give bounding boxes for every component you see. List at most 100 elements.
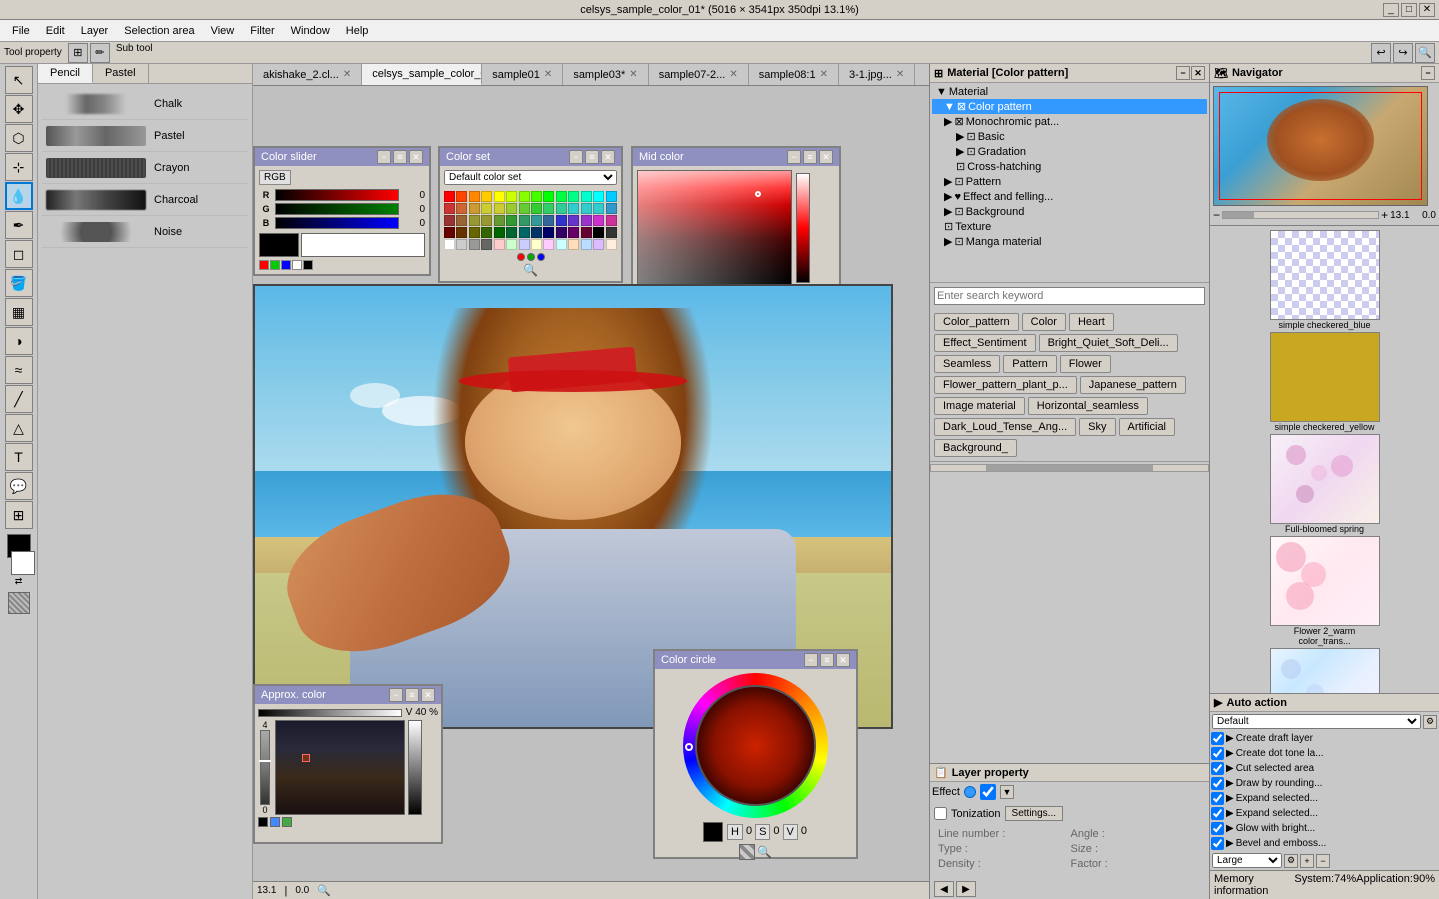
color-cell-27[interactable] [606, 203, 617, 214]
menu-layer[interactable]: Layer [73, 23, 117, 39]
nav-zoom-in[interactable]: + [1381, 208, 1388, 222]
color-cell-43[interactable] [456, 227, 467, 238]
transparent-color[interactable] [8, 592, 30, 614]
toolbar-undo[interactable]: ↩ [1371, 43, 1391, 63]
color-cell-47[interactable] [506, 227, 517, 238]
color-slider-minimize[interactable]: − [377, 150, 391, 164]
color-cell-54[interactable] [593, 227, 604, 238]
tree-cross-hatching[interactable]: ⊡ Cross-hatching [932, 159, 1207, 174]
nav-zoom-slider[interactable] [1222, 211, 1379, 219]
tree-manga[interactable]: ▶ ⊡ Manga material [932, 234, 1207, 249]
color-set-minimize[interactable]: − [569, 150, 583, 164]
color-cell-61[interactable] [506, 239, 517, 250]
color-cell-10[interactable] [568, 191, 579, 202]
menu-view[interactable]: View [203, 23, 243, 39]
mid-color-gradient[interactable] [637, 170, 792, 285]
tab-pastel[interactable]: Pastel [93, 64, 149, 83]
tree-color-pattern[interactable]: ▼ ⊠ Color pattern [932, 99, 1207, 114]
brush-charcoal[interactable]: Charcoal [42, 184, 248, 216]
tag-bright-quiet[interactable]: Bright_Quiet_Soft_Deli... [1039, 334, 1178, 352]
brush-chalk[interactable]: Chalk [42, 88, 248, 120]
tool-blur[interactable]: ≈ [5, 356, 33, 384]
tag-sky[interactable]: Sky [1079, 418, 1115, 436]
tag-effect-sentiment[interactable]: Effect_Sentiment [934, 334, 1036, 352]
action-expand-5[interactable]: ▶ [1226, 808, 1234, 819]
quick-green[interactable] [270, 260, 280, 270]
effect-color-btn[interactable]: ▼ [1000, 785, 1014, 799]
tool-pen[interactable]: ✒ [5, 211, 33, 239]
color-cell-32[interactable] [494, 215, 505, 226]
color-cell-35[interactable] [531, 215, 542, 226]
color-cell-66[interactable] [568, 239, 579, 250]
mid-side-bar[interactable] [796, 173, 810, 283]
action-expand-4[interactable]: ▶ [1226, 793, 1234, 804]
tool-shape[interactable]: △ [5, 414, 33, 442]
quick-black[interactable] [303, 260, 313, 270]
color-cell-11[interactable] [581, 191, 592, 202]
action-tool-2[interactable]: + [1300, 854, 1314, 868]
color-cell-30[interactable] [469, 215, 480, 226]
action-expand-3[interactable]: ▶ [1226, 778, 1234, 789]
color-circle-close[interactable]: ✕ [836, 653, 850, 667]
color-set-menu[interactable]: ≡ [585, 150, 599, 164]
tree-basic[interactable]: ▶ ⊡ Basic [932, 129, 1207, 144]
tab-close-sample07[interactable]: ✕ [729, 69, 737, 80]
color-set-close[interactable]: ✕ [601, 150, 615, 164]
tab-celsys[interactable]: celsys_sample_color_01* ✕ [362, 64, 482, 85]
action-check-4[interactable] [1211, 792, 1224, 805]
wheel-icon-1[interactable]: 🔍 [757, 845, 772, 859]
color-cell-65[interactable] [556, 239, 567, 250]
color-cell-16[interactable] [469, 203, 480, 214]
tool-lasso[interactable]: ⬡ [5, 124, 33, 152]
color-cell-37[interactable] [556, 215, 567, 226]
menu-file[interactable]: File [4, 23, 38, 39]
tree-gradation[interactable]: ▶ ⊡ Gradation [932, 144, 1207, 159]
tag-heart[interactable]: Heart [1069, 313, 1114, 331]
color-cell-0[interactable] [444, 191, 455, 202]
color-set-dropdown[interactable]: Default color set [444, 170, 617, 185]
color-cell-51[interactable] [556, 227, 567, 238]
color-cell-64[interactable] [543, 239, 554, 250]
brush-crayon[interactable]: Crayon [42, 152, 248, 184]
action-expand-2[interactable]: ▶ [1226, 763, 1234, 774]
color-cell-50[interactable] [543, 227, 554, 238]
layer-prop-prev[interactable]: ◀ [934, 881, 954, 897]
tool-line[interactable]: ╱ [5, 385, 33, 413]
size-dropdown[interactable]: Large Medium Small [1212, 853, 1282, 868]
color-cell-29[interactable] [456, 215, 467, 226]
color-cell-40[interactable] [593, 215, 604, 226]
color-cell-44[interactable] [469, 227, 480, 238]
thumb-blue-checkered[interactable]: simple checkered_blue [1214, 230, 1435, 330]
minimize-btn[interactable]: _ [1383, 3, 1399, 17]
color-cell-36[interactable] [543, 215, 554, 226]
wheel-color-swatch[interactable] [703, 822, 723, 842]
tag-seamless[interactable]: Seamless [934, 355, 1000, 373]
tool-fill[interactable]: 🪣 [5, 269, 33, 297]
tool-eyedrop[interactable]: 💧 [5, 182, 33, 210]
tag-color-pattern[interactable]: Color_pattern [934, 313, 1019, 331]
tab-sample03[interactable]: sample03* ✕ [563, 64, 648, 85]
action-check-1[interactable] [1211, 747, 1224, 760]
layer-prop-next[interactable]: ▶ [956, 881, 976, 897]
action-expand-1[interactable]: ▶ [1226, 748, 1234, 759]
thumb-flower-warm[interactable]: Flower 2_warm color_trans... [1214, 536, 1435, 646]
tab-sample07[interactable]: sample07-2... ✕ [649, 64, 749, 85]
approx-top-bar[interactable] [258, 709, 402, 717]
toolbar-zoom[interactable]: 🔍 [1415, 43, 1435, 63]
quick-white[interactable] [292, 260, 302, 270]
mat-minimize[interactable]: − [1176, 66, 1190, 80]
color-cell-53[interactable] [581, 227, 592, 238]
action-tool-1[interactable]: ⚙ [1284, 854, 1298, 868]
color-cell-12[interactable] [593, 191, 604, 202]
color-cell-13[interactable] [606, 191, 617, 202]
menu-selection[interactable]: Selection area [116, 23, 202, 39]
tool-crop[interactable]: ⊹ [5, 153, 33, 181]
color-cell-68[interactable] [593, 239, 604, 250]
color-cell-62[interactable] [519, 239, 530, 250]
red-slider[interactable] [275, 189, 399, 201]
color-cell-45[interactable] [481, 227, 492, 238]
tag-pattern[interactable]: Pattern [1003, 355, 1056, 373]
color-cell-34[interactable] [519, 215, 530, 226]
tool-select[interactable]: ↖ [5, 66, 33, 94]
color-cell-21[interactable] [531, 203, 542, 214]
